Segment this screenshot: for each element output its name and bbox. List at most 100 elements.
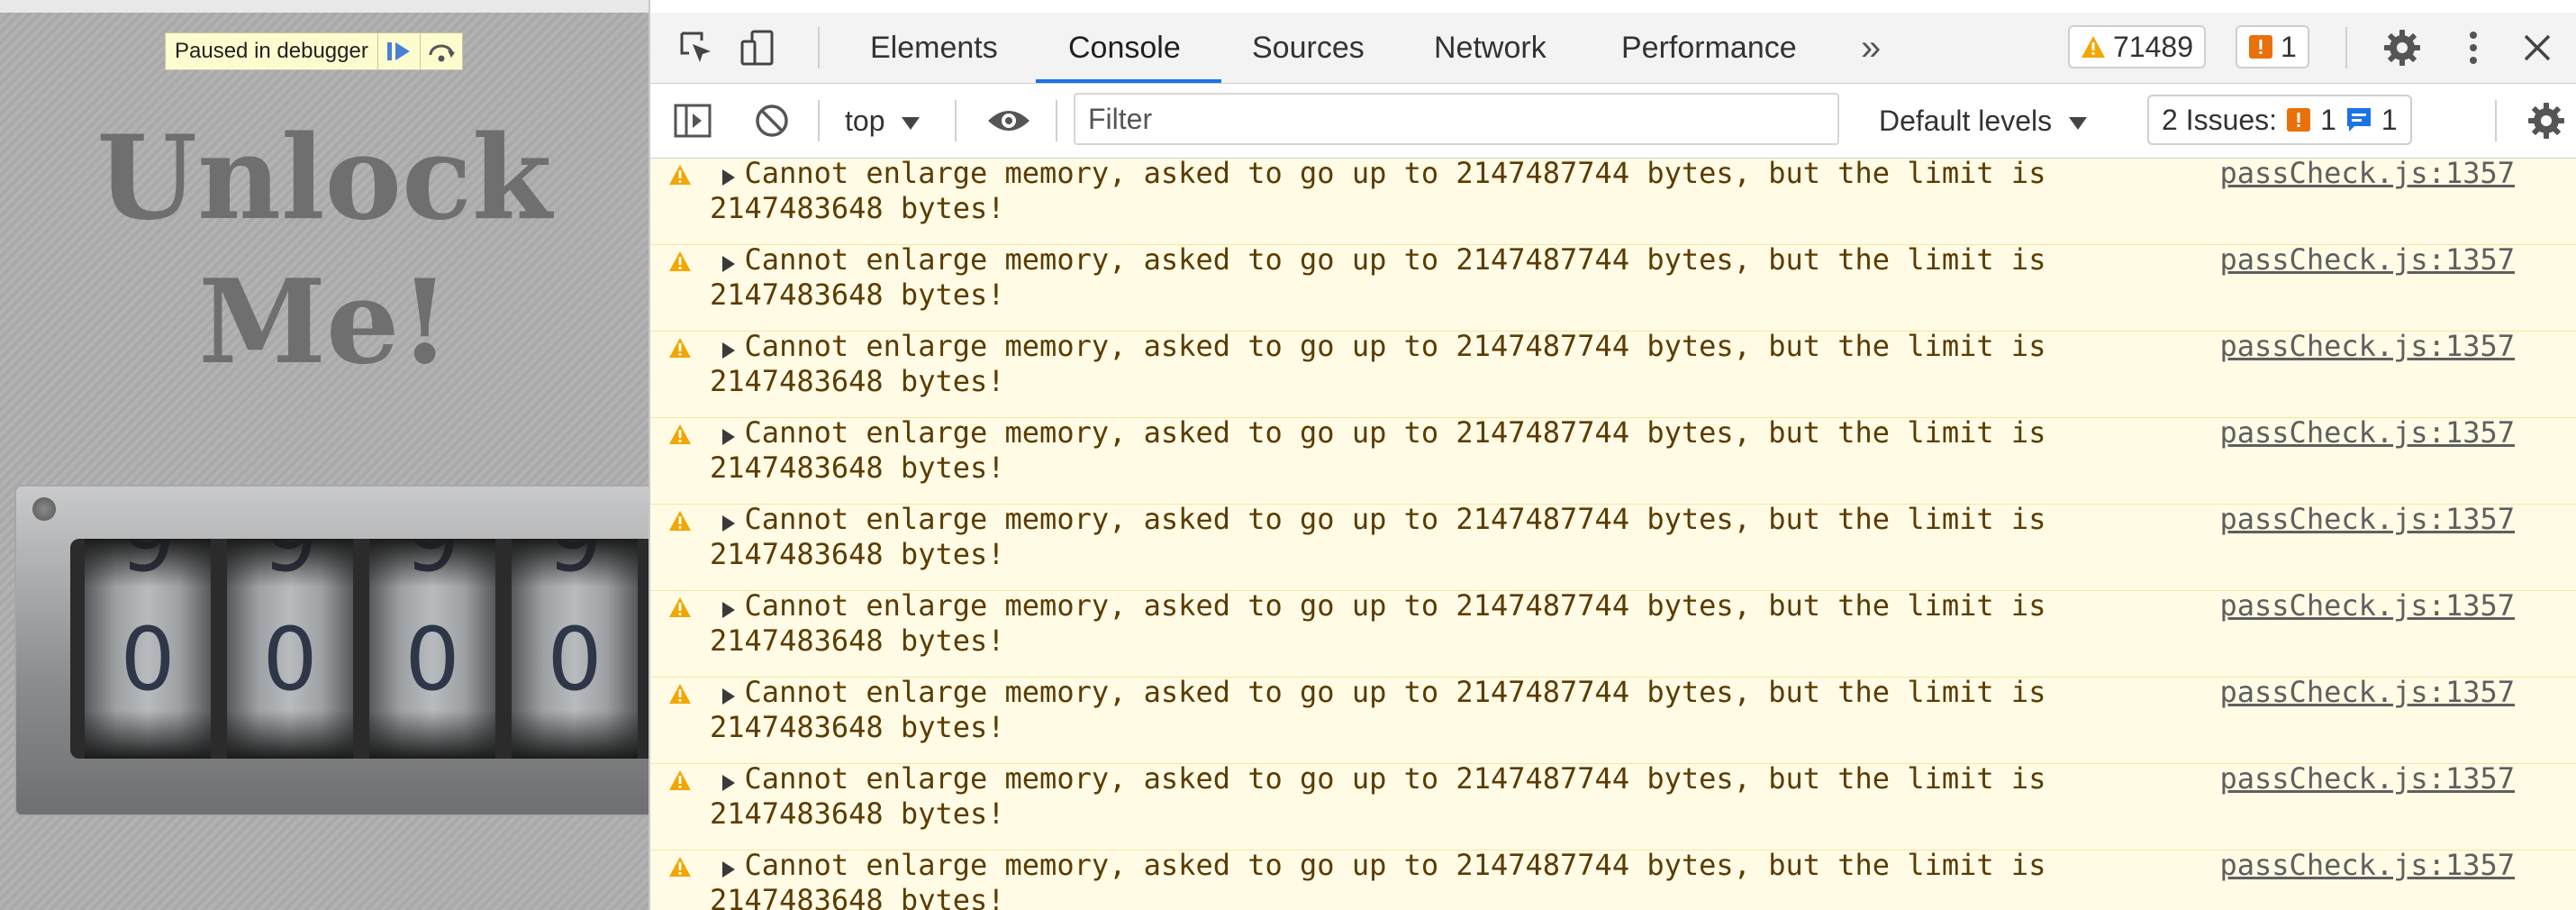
settings-button[interactable] [2380,25,2425,70]
kebab-menu-icon [2470,32,2477,64]
warnings-count: 71489 [2113,30,2193,63]
message-text: Cannot enlarge memory, asked to go up to… [710,761,2046,831]
warning-icon [668,510,692,536]
page-title: Unlock Me! [0,106,649,395]
gear-icon [2528,103,2564,139]
page-top-strip [0,0,649,13]
tab-console[interactable]: Console [1068,13,1181,83]
resume-button[interactable] [376,33,420,69]
message-text: Cannot enlarge memory, asked to go up to… [710,329,2046,398]
console-settings-button[interactable] [2524,98,2569,143]
warning-icon [668,683,692,709]
tab-performance[interactable]: Performance [1621,13,1797,83]
message-text: Cannot enlarge memory, asked to go up to… [710,588,2046,658]
lock-wheels: 9 0 9 0 9 0 9 0 [70,539,649,759]
warning-icon [668,596,692,623]
console-message-warning[interactable]: Cannot enlarge memory, asked to go up to… [650,242,2576,332]
dropdown-arrow-icon [2068,116,2087,130]
tab-network[interactable]: Network [1434,13,1547,83]
source-link[interactable]: passCheck.js:1357 [2219,502,2515,537]
title-line-1: Unlock [96,111,552,246]
source-link[interactable]: passCheck.js:1357 [2219,675,2515,710]
filter-input[interactable] [1074,93,1839,145]
issues-button[interactable]: 2 Issues: 1 1 [2147,95,2412,145]
resume-icon [386,42,410,60]
gear-icon [2384,30,2420,66]
more-options-button[interactable] [2457,25,2490,70]
active-tab-indicator [1036,79,1221,83]
issues-warning-count: 1 [2320,103,2336,136]
console-message-warning[interactable]: Cannot enlarge memory, asked to go up to… [650,588,2576,678]
source-link[interactable]: passCheck.js:1357 [2219,329,2515,364]
console-log: Cannot enlarge memory, asked to go up to… [650,159,2576,910]
source-link[interactable]: passCheck.js:1357 [2219,415,2515,450]
console-message-warning[interactable]: Cannot enlarge memory, asked to go up to… [650,502,2576,591]
paused-in-debugger-banner: Paused in debugger [165,32,463,70]
source-link[interactable]: passCheck.js:1357 [2219,848,2515,883]
message-text: Cannot enlarge memory, asked to go up to… [710,675,2046,744]
source-link[interactable]: passCheck.js:1357 [2219,159,2515,191]
devtools-panel: Elements Console Sources Network Perform… [649,0,2576,910]
toolbar-divider [1056,100,1057,141]
inspect-element-button[interactable] [676,27,717,68]
clear-console-button[interactable] [749,98,794,143]
warning-icon [2082,36,2105,58]
issue-warning-icon [2249,35,2272,59]
console-message-warning[interactable]: Cannot enlarge memory, asked to go up to… [650,675,2576,764]
more-tabs-button[interactable]: » [1861,13,1881,83]
source-link[interactable]: passCheck.js:1357 [2219,242,2515,278]
device-toggle-icon [740,30,774,66]
issue-warning-icon [2287,108,2311,132]
lock-wheel-2[interactable]: 9 0 [227,539,353,759]
message-text: Cannot enlarge memory, asked to go up to… [710,502,2046,571]
toolbar-divider [818,100,820,141]
devtools-tab-bar: Elements Console Sources Network Perform… [650,13,2576,84]
message-text: Cannot enlarge memory, asked to go up to… [710,415,2046,485]
paused-label: Paused in debugger [175,39,368,63]
console-message-warning[interactable]: Cannot enlarge memory, asked to go up to… [650,761,2576,851]
toolbar-divider [2495,100,2497,141]
page-viewport: Paused in debugger Unlock Me! 9 0 [0,0,649,910]
console-message-warning[interactable]: Cannot enlarge memory, asked to go up to… [650,159,2576,245]
lock-wheel-1[interactable]: 9 0 [85,539,211,759]
issue-info-icon [2346,108,2371,132]
warning-icon [668,337,692,363]
log-levels-label: Default levels [1879,105,2053,137]
warning-icon [668,423,692,450]
toolbar-divider [955,100,957,141]
tab-sources[interactable]: Sources [1252,13,1365,83]
context-label: top [845,105,885,137]
combination-lock: 9 0 9 0 9 0 9 0 [14,485,649,816]
toolbar-divider [818,27,820,68]
close-devtools-button[interactable] [2515,25,2560,70]
clear-icon [756,105,788,137]
context-selector[interactable]: top [845,84,921,158]
wheel-shade [85,539,211,759]
device-toolbar-button[interactable] [737,27,778,68]
show-sidebar-button[interactable] [670,98,715,143]
lock-wheel-4[interactable]: 9 0 [512,539,638,759]
title-line-2: Me! [198,255,450,390]
inspect-icon [680,32,711,62]
issues-counter[interactable]: 1 [2236,25,2309,68]
console-message-warning[interactable]: Cannot enlarge memory, asked to go up to… [650,415,2576,505]
screw-icon [32,497,56,521]
wheel-shade [369,539,495,759]
dropdown-arrow-icon [902,116,921,130]
warning-icon [668,769,692,796]
lock-wheel-3[interactable]: 9 0 [369,539,495,759]
wheel-shade [512,539,638,759]
warning-icon [668,250,692,277]
source-link[interactable]: passCheck.js:1357 [2219,761,2515,796]
step-over-button[interactable] [419,33,462,69]
message-text: Cannot enlarge memory, asked to go up to… [710,159,2046,225]
log-levels-dropdown[interactable]: Default levels [1879,84,2087,158]
close-icon [2524,34,2551,61]
tab-elements[interactable]: Elements [870,13,998,83]
source-link[interactable]: passCheck.js:1357 [2219,588,2515,623]
warnings-counter[interactable]: 71489 [2068,25,2206,68]
console-message-warning[interactable]: Cannot enlarge memory, asked to go up to… [650,329,2576,418]
console-message-warning[interactable]: Cannot enlarge memory, asked to go up to… [650,848,2576,910]
warning-icon [668,856,692,882]
live-expression-button[interactable] [982,98,1036,143]
